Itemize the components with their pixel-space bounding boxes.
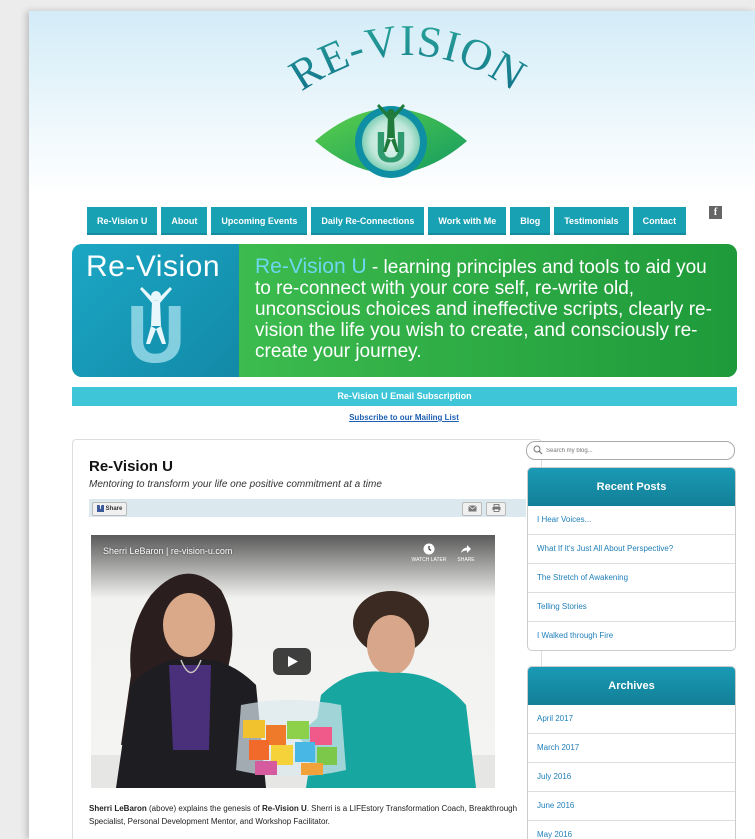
nav-item-contact[interactable]: Contact — [632, 207, 687, 235]
video-player[interactable]: Sherri LeBaron | re-vision-u.com WATCH L… — [91, 535, 495, 788]
recent-post-link[interactable]: Telling Stories — [528, 593, 735, 622]
nav-item-daily-re-connections[interactable]: Daily Re-Connections — [311, 207, 425, 235]
printer-icon — [492, 504, 500, 513]
video-title: Sherri LeBaron | re-vision-u.com — [103, 546, 233, 556]
archives-widget: Archives April 2017 March 2017 July 2016… — [527, 666, 736, 839]
caption-name: Sherri LeBaron — [89, 804, 147, 813]
archive-link[interactable]: May 2016 — [528, 821, 735, 839]
nav-item-upcoming-events[interactable]: Upcoming Events — [211, 207, 308, 235]
facebook-share-icon: f — [97, 504, 104, 512]
print-button[interactable] — [486, 502, 506, 516]
video-share-button[interactable]: SHARE — [453, 543, 479, 563]
video-share-label: SHARE — [457, 557, 475, 563]
nav-item-work-with-me[interactable]: Work with Me — [428, 207, 507, 235]
recent-post-link[interactable]: The Stretch of Awakening — [528, 564, 735, 593]
caption-part1: (above) explains the genesis of — [146, 804, 262, 813]
nav-item-blog[interactable]: Blog — [510, 207, 551, 235]
post-caption: Sherri LeBaron (above) explains the gene… — [89, 802, 529, 828]
recent-posts-widget: Recent Posts I Hear Voices... What If It… — [527, 467, 736, 651]
email-subscription-bar[interactable]: Re-Vision U Email Subscription — [72, 387, 737, 406]
nav-item-re-vision-u[interactable]: Re-Vision U — [87, 207, 158, 235]
clock-icon — [423, 543, 435, 555]
recent-post-link[interactable]: I Walked through Fire — [528, 622, 735, 650]
archive-link[interactable]: June 2016 — [528, 792, 735, 821]
archive-link[interactable]: April 2017 — [528, 705, 735, 734]
email-share-button[interactable] — [462, 502, 482, 516]
envelope-icon — [467, 504, 477, 512]
share-toolbar: f Share — [89, 499, 526, 517]
caption-brand: Re-Vision U — [261, 804, 307, 813]
banner-logo-text: Re-Vision — [86, 250, 221, 283]
archive-link[interactable]: March 2017 — [528, 734, 735, 763]
post-subtitle: Mentoring to transform your life one pos… — [89, 479, 382, 490]
banner-u-figure-icon: U — [126, 287, 186, 368]
logo-eye-icon[interactable]: U — [311, 86, 471, 196]
recent-posts-title: Recent Posts — [528, 468, 735, 506]
search-icon[interactable] — [533, 445, 543, 455]
subscribe-link[interactable]: Subscribe to our Mailing List — [29, 413, 755, 422]
post-title: Re-Vision U — [89, 458, 173, 475]
nav-item-testimonials[interactable]: Testimonials — [554, 207, 629, 235]
facebook-icon[interactable]: f — [709, 206, 722, 219]
play-button[interactable] — [273, 648, 311, 675]
banner-tagline: Re-Vision U - learning principles and to… — [255, 256, 725, 362]
recent-post-link[interactable]: I Hear Voices... — [528, 506, 735, 535]
share-button-label: Share — [105, 506, 123, 512]
main-nav: Re-Vision U About Upcoming Events Daily … — [87, 207, 687, 235]
play-icon — [288, 656, 298, 667]
watch-later-label: WATCH LATER — [411, 557, 447, 563]
page: RE-VISION U Re-Vision U About Upcoming E… — [29, 11, 755, 839]
archives-title: Archives — [528, 667, 735, 705]
hero-banner: Re-Vision U Re-Vision U - learning princ… — [72, 244, 737, 377]
nav-item-about[interactable]: About — [161, 207, 208, 235]
post-content: Re-Vision U Mentoring to transform your … — [72, 439, 542, 839]
search-input[interactable] — [544, 443, 728, 459]
facebook-share-button[interactable]: f Share — [92, 502, 128, 516]
banner-lead: Re-Vision U — [255, 255, 367, 278]
archive-link[interactable]: July 2016 — [528, 763, 735, 792]
share-arrow-icon — [461, 545, 471, 553]
blog-search — [526, 441, 735, 460]
recent-post-link[interactable]: What If It's Just All About Perspective? — [528, 535, 735, 564]
watch-later-button[interactable]: WATCH LATER — [409, 543, 449, 563]
